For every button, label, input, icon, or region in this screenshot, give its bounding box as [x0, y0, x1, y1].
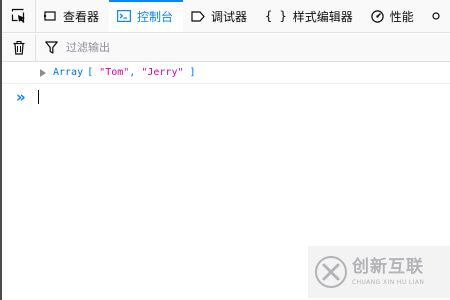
- watermark-text: 创新互联 CHUANG XIN HU LIAN: [352, 258, 424, 286]
- style-editor-icon: { }: [265, 9, 287, 23]
- tab-overflow[interactable]: [424, 0, 446, 32]
- tab-inspector-label: 查看器: [63, 9, 100, 24]
- tab-inspector[interactable]: 查看器: [36, 0, 109, 32]
- array-close-bracket: ]: [189, 67, 196, 78]
- expand-twisty-icon[interactable]: [40, 68, 46, 77]
- memory-icon: [432, 10, 440, 22]
- console-input-line[interactable]: »: [2, 85, 450, 109]
- tab-performance[interactable]: 性能: [363, 0, 424, 32]
- filter-output-input[interactable]: [66, 36, 406, 59]
- element-picker-icon: [11, 8, 25, 23]
- watermark-sub: CHUANG XIN HU LIAN: [352, 278, 425, 286]
- watermark-logo-icon: [314, 255, 348, 289]
- console-icon: [117, 10, 132, 22]
- array-item: "Tom": [99, 67, 130, 78]
- watermark-main: 创新互联: [352, 257, 424, 278]
- console-output-row[interactable]: Array [ "Tom", "Jerry" ]: [2, 62, 450, 84]
- tab-performance-label: 性能: [389, 9, 414, 24]
- tab-debugger[interactable]: 调试器: [183, 0, 257, 32]
- funnel-icon: [44, 41, 58, 54]
- tab-console[interactable]: 控制台: [109, 0, 184, 32]
- object-type: Array: [53, 67, 84, 78]
- watermark: 创新互联 CHUANG XIN HU LIAN: [308, 246, 450, 298]
- tab-debugger-label: 调试器: [211, 9, 248, 24]
- array-open-bracket: [: [87, 67, 94, 78]
- debugger-icon: [191, 10, 205, 22]
- console-filter-bar: [2, 33, 450, 62]
- devtools-toolbar: 查看器 控制台 调试器 { } 样式编辑器 性能: [2, 0, 450, 33]
- filter-toggle-button[interactable]: [36, 34, 66, 62]
- array-separator: ,: [129, 67, 136, 78]
- array-item: "Jerry": [141, 67, 184, 78]
- element-picker-button[interactable]: [2, 0, 36, 32]
- tab-style-editor-label: 样式编辑器: [292, 9, 353, 24]
- console-prompt-icon: »: [16, 87, 26, 106]
- inspector-icon: [44, 10, 57, 22]
- trash-icon: [13, 40, 24, 55]
- text-cursor: [38, 90, 39, 104]
- tab-console-label: 控制台: [137, 9, 174, 24]
- clear-console-button[interactable]: [2, 33, 36, 62]
- tab-style-editor[interactable]: { } 样式编辑器: [257, 0, 363, 32]
- performance-icon: [371, 9, 384, 23]
